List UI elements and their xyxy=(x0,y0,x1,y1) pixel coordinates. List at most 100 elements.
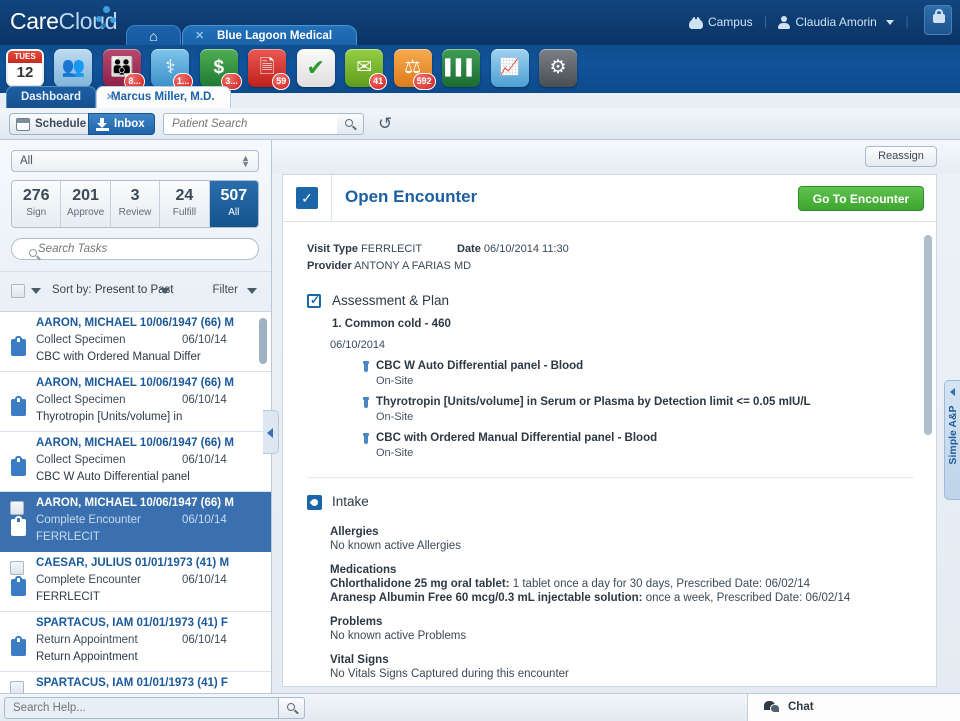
reports-icon[interactable]: 📈 xyxy=(491,49,529,87)
tab-dashboard[interactable]: Dashboard xyxy=(6,86,96,108)
tasks-check-icon[interactable]: ✔ xyxy=(297,49,335,87)
task-list-scrollbar[interactable] xyxy=(259,318,267,364)
sort-control[interactable]: Sort by: Present to Past xyxy=(52,284,173,296)
task-list[interactable]: AARON, MICHAEL 10/06/1947 (66) M Collect… xyxy=(0,312,271,693)
task-patient-name: AARON, MICHAEL 10/06/1947 (66) M xyxy=(36,317,234,329)
task-checkbox[interactable] xyxy=(10,681,24,693)
messages-icon[interactable]: ✉ 41 xyxy=(345,49,383,87)
task-list-item[interactable]: AARON, MICHAEL 10/06/1947 (66) M Collect… xyxy=(0,312,271,372)
task-type: Collect Specimen xyxy=(36,454,125,466)
count-sign[interactable]: 276 Sign xyxy=(12,181,61,227)
order-item[interactable]: CBC with Ordered Manual Differential pan… xyxy=(362,432,914,459)
go-to-encounter-label: Go To Encounter xyxy=(813,192,909,206)
close-icon[interactable]: ✕ xyxy=(106,91,114,104)
encounter-meta: Visit Type FERRLECIT Date 06/10/2014 11:… xyxy=(307,241,914,277)
inbox-button[interactable]: Inbox xyxy=(88,113,155,135)
assessment-checkbox[interactable]: ✓ xyxy=(307,294,321,308)
collections-icon[interactable]: ⚖ 592 xyxy=(394,49,432,87)
lab-vial-icon xyxy=(362,397,370,408)
filter-label: Filter xyxy=(212,284,238,296)
task-search-input[interactable] xyxy=(11,238,259,260)
visit-type-row: Visit Type FERRLECIT xyxy=(307,241,422,258)
user-menu[interactable]: Claudia Amorin xyxy=(778,7,894,37)
allergies-value: No known active Allergies xyxy=(330,540,914,552)
encounter-scrollbar[interactable] xyxy=(924,235,932,435)
clinical-icon[interactable]: ⚕ 1... xyxy=(151,49,189,87)
documents-icon[interactable]: 🗎 59 xyxy=(248,49,286,87)
order-name: Thyrotropin [Units/volume] in Serum or P… xyxy=(376,396,914,408)
calendar-icon[interactable]: TUES 12 xyxy=(6,49,44,87)
task-list-item[interactable]: CAESAR, JULIUS 01/01/1973 (41) M Complet… xyxy=(0,552,271,612)
problems-label: Problems xyxy=(330,616,914,628)
task-list-item[interactable]: AARON, MICHAEL 10/06/1947 (66) M Collect… xyxy=(0,372,271,432)
intake-section-header: Intake xyxy=(307,494,914,514)
task-list-item-selected[interactable]: AARON, MICHAEL 10/06/1947 (66) M Complet… xyxy=(0,492,271,552)
vital-signs-label: Vital Signs xyxy=(330,654,914,666)
home-tab[interactable]: ⌂ xyxy=(126,25,181,47)
billing-icon[interactable]: $ 3... xyxy=(200,49,238,87)
task-description: Thyrotropin [Units/volume] in xyxy=(36,411,182,423)
lock-button[interactable] xyxy=(924,5,952,35)
encounter-card-body: Visit Type FERRLECIT Date 06/10/2014 11:… xyxy=(283,223,936,686)
filter-chevron-down-icon[interactable] xyxy=(247,288,257,294)
count-all[interactable]: 507 All xyxy=(210,181,258,227)
tab-marcus-miller[interactable]: ✕ Marcus Miller, M.D. xyxy=(96,86,231,108)
intake-checkbox[interactable] xyxy=(307,495,322,510)
schedule-button[interactable]: Schedule xyxy=(9,113,96,135)
close-icon[interactable]: ✕ xyxy=(195,30,204,43)
chat-panel[interactable]: Chat xyxy=(747,694,960,721)
count-approve-number: 201 xyxy=(61,186,109,206)
order-item[interactable]: CBC W Auto Differential panel - Blood On… xyxy=(362,360,914,387)
clipboard-icon xyxy=(11,576,26,596)
task-date: 06/10/14 xyxy=(182,574,227,586)
task-list-item[interactable]: SPARTACUS, IAM 01/01/1973 (41) F Return … xyxy=(0,612,271,672)
filter-control[interactable]: Filter xyxy=(212,284,238,296)
task-list-item[interactable]: AARON, MICHAEL 10/06/1947 (66) M Collect… xyxy=(0,432,271,492)
task-type: Collect Specimen xyxy=(36,334,125,346)
sort-chevron-down-icon[interactable] xyxy=(160,288,170,294)
campus-link[interactable]: Campus xyxy=(689,7,753,37)
lock-icon xyxy=(933,14,945,23)
count-approve[interactable]: 201 Approve xyxy=(61,181,110,227)
person-icon xyxy=(778,16,790,29)
task-checkbox[interactable] xyxy=(10,501,24,515)
panel-collapse-button[interactable] xyxy=(263,410,279,454)
patients-icon[interactable]: 👥 xyxy=(54,49,92,87)
count-fulfill[interactable]: 24 Fulfill xyxy=(160,181,209,227)
schedule-label: Schedule xyxy=(35,118,86,130)
encounter-checkbox[interactable]: ✓ xyxy=(296,187,318,209)
task-date: 06/10/14 xyxy=(182,394,227,406)
provider-value: ANTONY A FARIAS MD xyxy=(354,260,471,272)
patient-search-button[interactable] xyxy=(337,113,364,135)
patient-search-input[interactable] xyxy=(163,113,338,135)
task-checkbox[interactable] xyxy=(10,561,24,575)
help-search-button[interactable] xyxy=(279,697,305,719)
count-review[interactable]: 3 Review xyxy=(111,181,160,227)
order-item[interactable]: Thyrotropin [Units/volume] in Serum or P… xyxy=(362,396,914,423)
count-review-label: Review xyxy=(111,206,159,219)
library-icon[interactable]: ▌▌▌ xyxy=(442,49,480,87)
user-name-label: Claudia Amorin xyxy=(795,15,876,29)
simple-ap-side-tab[interactable]: Simple A&P xyxy=(944,380,960,500)
task-scope-select[interactable]: All ▲▼ xyxy=(11,150,259,172)
main-action-bar: Reassign xyxy=(272,140,960,174)
search-icon xyxy=(345,119,353,127)
select-all-dropdown-icon[interactable] xyxy=(31,288,41,294)
select-all-checkbox[interactable] xyxy=(11,284,25,298)
refresh-button[interactable]: ↺ xyxy=(378,114,400,135)
calendar-small-icon xyxy=(16,118,30,131)
groups-icon[interactable]: 👪 8... xyxy=(103,49,141,87)
task-date: 06/10/14 xyxy=(182,454,227,466)
count-fulfill-number: 24 xyxy=(160,186,208,206)
task-patient-name: AARON, MICHAEL 10/06/1947 (66) M xyxy=(36,497,234,509)
task-list-item[interactable]: SPARTACUS, IAM 01/01/1973 (41) F Complet… xyxy=(0,672,271,693)
go-to-encounter-button[interactable]: Go To Encounter xyxy=(798,186,924,211)
task-date: 06/10/14 xyxy=(182,634,227,646)
task-patient-name: AARON, MICHAEL 10/06/1947 (66) M xyxy=(36,377,234,389)
help-search-input[interactable] xyxy=(4,697,279,719)
settings-icon[interactable]: ⚙ xyxy=(539,49,577,87)
practice-tab-blue-lagoon-medical[interactable]: ✕ Blue Lagoon Medical xyxy=(182,25,357,47)
reassign-button[interactable]: Reassign xyxy=(865,146,937,167)
sub-toolbar: Schedule Inbox ↺ xyxy=(0,108,960,140)
inbox-label: Inbox xyxy=(114,118,145,130)
